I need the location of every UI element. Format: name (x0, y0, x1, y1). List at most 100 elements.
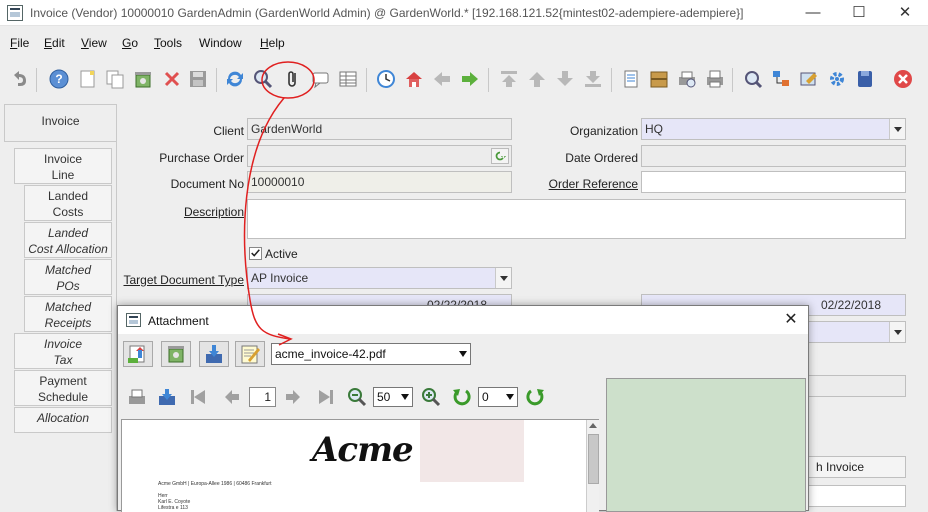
help-icon[interactable]: ? (48, 68, 70, 90)
delete-selection-icon[interactable] (161, 68, 183, 90)
archive-icon[interactable] (648, 68, 670, 90)
invoice-process-button[interactable]: h Invoice (797, 456, 906, 478)
pdf-next-page-icon[interactable] (282, 386, 304, 408)
tab-payment-schedule[interactable]: Payment Schedule (14, 370, 112, 406)
menu-file[interactable]: File (10, 36, 29, 50)
pdf-page-number-input[interactable]: 1 (249, 387, 276, 407)
pdf-first-page-icon[interactable] (188, 386, 210, 408)
next-record-icon[interactable] (554, 68, 576, 90)
hidden-field-2[interactable] (797, 375, 906, 397)
active-label: Active (265, 247, 298, 261)
description-field[interactable] (247, 199, 906, 239)
target-document-type-field[interactable]: AP Invoice (247, 267, 512, 289)
tab-allocation[interactable]: Allocation (14, 407, 112, 433)
purchase-order-field[interactable] (247, 145, 512, 167)
undo-icon[interactable] (8, 68, 30, 90)
pdf-address-line: Lifestra e 113 (158, 505, 188, 511)
tab-matched-receipts[interactable]: Matched Receipts (24, 296, 112, 332)
exit-icon[interactable] (892, 68, 914, 90)
previous-arrow-icon[interactable] (431, 68, 453, 90)
menu-edit[interactable]: Edit (44, 36, 65, 50)
report-icon[interactable] (620, 68, 642, 90)
target-document-type-dropdown-button[interactable] (495, 268, 511, 288)
client-label: Client (213, 124, 244, 138)
attachment-save-button[interactable] (199, 341, 229, 367)
menu-tools[interactable]: Tools (154, 36, 182, 50)
pdf-last-page-icon[interactable] (314, 386, 336, 408)
grid-toggle-icon[interactable] (337, 68, 359, 90)
menu-window[interactable]: Window (199, 36, 242, 50)
tab-matched-pos[interactable]: Matched POs (24, 259, 112, 295)
last-record-icon[interactable] (582, 68, 604, 90)
first-record-icon[interactable] (498, 68, 520, 90)
copy-record-icon[interactable] (104, 68, 126, 90)
svg-text:?: ? (55, 72, 62, 86)
new-record-icon[interactable] (77, 68, 99, 90)
save-icon[interactable] (187, 68, 209, 90)
attachment-close-button[interactable]: ✕ (780, 309, 802, 331)
pdf-print-icon[interactable] (126, 386, 148, 408)
tab-invoice-line[interactable]: Invoice Line (14, 148, 112, 184)
menu-go[interactable]: Go (122, 36, 138, 50)
pdf-zoom-in-icon[interactable] (420, 386, 442, 408)
refresh-icon[interactable] (224, 68, 246, 90)
find-icon[interactable] (252, 68, 274, 90)
tab-invoice-tax[interactable]: Invoice Tax (14, 333, 112, 369)
attachment-icon[interactable] (282, 68, 304, 90)
delete-icon[interactable] (132, 68, 154, 90)
previous-record-icon[interactable] (526, 68, 548, 90)
order-reference-field[interactable] (641, 171, 906, 193)
hidden-field-3[interactable] (797, 485, 906, 507)
client-field[interactable]: GardenWorld (247, 118, 512, 140)
pdf-save-icon[interactable] (156, 386, 178, 408)
zoom-across-icon[interactable] (742, 68, 764, 90)
menu-help[interactable]: Help (260, 36, 285, 50)
pdf-scrollbar[interactable] (586, 420, 599, 512)
menu-bar: File Edit View Go Tools Window Help (0, 30, 928, 54)
pdf-rotate-right-icon[interactable] (524, 386, 546, 408)
document-no-field[interactable]: 10000010 (247, 171, 512, 193)
attachment-edit-button[interactable] (235, 341, 265, 367)
window-title: Invoice (Vendor) 10000010 GardenAdmin (G… (30, 6, 744, 20)
close-window-button[interactable]: ✕ (882, 0, 928, 26)
pdf-page-gap (420, 420, 524, 482)
next-arrow-icon[interactable] (459, 68, 481, 90)
pdf-scroll-thumb[interactable] (588, 434, 599, 484)
tab-landed-costs[interactable]: Landed Costs (24, 185, 112, 221)
organization-dropdown-button[interactable] (889, 119, 905, 139)
scroll-up-icon[interactable] (589, 423, 597, 428)
pdf-address-block: Herr Karl E. Coyote Lifestra e 113 (158, 493, 190, 511)
process-icon[interactable] (854, 68, 876, 90)
date-ordered-field[interactable] (641, 145, 906, 167)
hidden-dropdown-button[interactable] (889, 322, 905, 342)
chat-icon[interactable] (310, 68, 332, 90)
requests-icon[interactable] (798, 68, 820, 90)
tab-landed-cost-allocation[interactable]: Landed Cost Allocation (24, 222, 112, 258)
minimize-button[interactable]: — (790, 0, 836, 26)
history-icon[interactable] (375, 68, 397, 90)
attachment-window-icon (126, 313, 141, 327)
date-ordered-label: Date Ordered (565, 151, 638, 165)
product-info-icon[interactable] (826, 68, 848, 90)
organization-field[interactable]: HQ (641, 118, 906, 140)
pdf-rotation-select[interactable]: 0 (478, 387, 518, 407)
tab-invoice[interactable]: Invoice (4, 104, 116, 142)
attachment-dialog: Attachment ✕ acme_invoice-42.pdf 1 50 0 … (117, 305, 809, 512)
pdf-viewer[interactable]: Acme Acme GmbH | Europa-Allee 1986 | 604… (121, 419, 599, 512)
description-label: Description (183, 205, 244, 219)
pdf-previous-page-icon[interactable] (221, 386, 243, 408)
attachment-delete-button[interactable] (161, 341, 191, 367)
active-workflows-icon[interactable] (770, 68, 792, 90)
home-icon[interactable] (403, 68, 425, 90)
menu-view[interactable]: View (81, 36, 107, 50)
maximize-button[interactable]: ☐ (836, 0, 882, 26)
pdf-zoom-out-icon[interactable] (346, 386, 368, 408)
print-icon[interactable] (704, 68, 726, 90)
attachment-file-select[interactable]: acme_invoice-42.pdf (271, 343, 471, 365)
pdf-rotate-left-icon[interactable] (451, 386, 473, 408)
attachment-load-button[interactable] (123, 341, 153, 367)
print-preview-icon[interactable] (676, 68, 698, 90)
active-checkbox[interactable] (249, 247, 262, 260)
pdf-zoom-select[interactable]: 50 (373, 387, 413, 407)
attachment-dialog-titlebar: Attachment ✕ (118, 306, 808, 334)
